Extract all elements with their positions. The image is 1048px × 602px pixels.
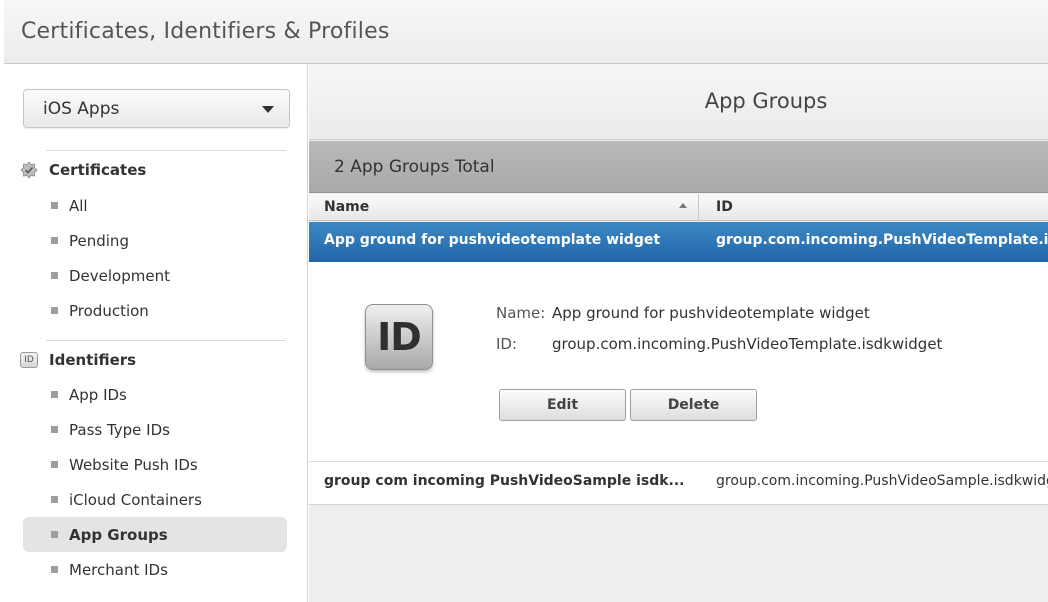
row-id: group.com.incoming.PushVideoTemplate.isd…: [716, 232, 1048, 248]
bullet-icon: [51, 237, 58, 244]
row-detail-panel: ID Name: App ground for pushvideotemplat…: [309, 262, 1048, 462]
sidebar-item-label: Merchant IDs: [69, 560, 168, 579]
detail-id-label: ID:: [496, 335, 518, 353]
bullet-icon: [51, 531, 58, 538]
bullet-icon: [51, 426, 58, 433]
sidebar-item-website-push-ids[interactable]: Website Push IDs: [23, 447, 287, 482]
sidebar-item-merchant-ids[interactable]: Merchant IDs: [23, 552, 287, 587]
chevron-down-icon: [262, 106, 274, 113]
certificate-seal-icon: [20, 161, 38, 179]
detail-id-value: group.com.incoming.PushVideoTemplate.isd…: [552, 335, 943, 353]
bullet-icon: [51, 272, 58, 279]
header-bar: Certificates, Identifiers & Profiles: [4, 0, 1048, 64]
identifiers-heading-label: Identifiers: [49, 351, 137, 369]
column-separator: [698, 194, 699, 221]
table-header: Name ID: [309, 194, 1048, 221]
main-content: App Groups 2 App Groups Total Name ID Ap…: [309, 64, 1048, 602]
sidebar-item-app-ids[interactable]: App IDs: [23, 377, 287, 412]
platform-select-value: iOS Apps: [43, 99, 120, 119]
sidebar-item-label: Website Push IDs: [69, 455, 198, 474]
column-header-id[interactable]: ID: [716, 199, 733, 215]
sidebar-item-label: Production: [69, 301, 149, 320]
detail-name-value: App ground for pushvideotemplate widget: [552, 304, 870, 322]
sidebar: iOS Apps Certificates All Pending Develo…: [4, 64, 308, 602]
sidebar-item-label: Pending: [69, 231, 129, 250]
total-count: 2 App Groups Total: [334, 157, 495, 177]
detail-name-label: Name:: [496, 304, 546, 322]
sidebar-item-app-groups[interactable]: App Groups: [23, 517, 287, 552]
sidebar-divider: [46, 340, 286, 341]
certificates-heading: Certificates: [20, 159, 146, 181]
column-header-name[interactable]: Name: [324, 199, 369, 215]
platform-select[interactable]: iOS Apps: [23, 89, 290, 128]
delete-button[interactable]: Delete: [630, 389, 757, 421]
bullet-icon: [51, 202, 58, 209]
sidebar-item-pending[interactable]: Pending: [23, 223, 287, 258]
bullet-icon: [51, 307, 58, 314]
id-badge-icon: ID: [20, 351, 38, 369]
sidebar-item-pass-type-ids[interactable]: Pass Type IDs: [23, 412, 287, 447]
row-id: group.com.incoming.PushVideoSample.isdkw…: [716, 473, 1048, 489]
table-row[interactable]: group com incoming PushVideoSample isdk.…: [309, 462, 1048, 505]
sidebar-item-label: App Groups: [69, 525, 168, 544]
id-icon: ID: [365, 304, 433, 370]
row-name: App ground for pushvideotemplate widget: [324, 232, 661, 248]
bullet-icon: [51, 566, 58, 573]
sidebar-item-label: All: [69, 196, 88, 215]
bullet-icon: [51, 461, 58, 468]
page-title: App Groups: [704, 89, 828, 113]
sidebar-item-development[interactable]: Development: [23, 258, 287, 293]
sidebar-item-icloud-containers[interactable]: iCloud Containers: [23, 482, 287, 517]
table-row[interactable]: App ground for pushvideotemplate widget …: [309, 222, 1048, 262]
app-title: Certificates, Identifiers & Profiles: [21, 19, 390, 44]
id-badge-text: ID: [20, 352, 38, 368]
sidebar-item-production[interactable]: Production: [23, 293, 287, 328]
bullet-icon: [51, 496, 58, 503]
sort-ascending-icon[interactable]: [679, 203, 687, 208]
sidebar-divider: [46, 150, 286, 151]
identifiers-heading: ID Identifiers: [20, 349, 136, 371]
sidebar-item-label: App IDs: [69, 385, 127, 404]
bullet-icon: [51, 391, 58, 398]
sidebar-item-label: Development: [69, 266, 170, 285]
sidebar-item-label: iCloud Containers: [69, 490, 202, 509]
sidebar-item-all[interactable]: All: [23, 188, 287, 223]
edit-button[interactable]: Edit: [499, 389, 626, 421]
certificates-heading-label: Certificates: [49, 161, 147, 179]
row-name: group com incoming PushVideoSample isdk.…: [324, 473, 685, 489]
totals-bar: 2 App Groups Total: [309, 141, 1048, 193]
sidebar-item-label: Pass Type IDs: [69, 420, 170, 439]
page-title-bar: App Groups: [309, 64, 1048, 140]
